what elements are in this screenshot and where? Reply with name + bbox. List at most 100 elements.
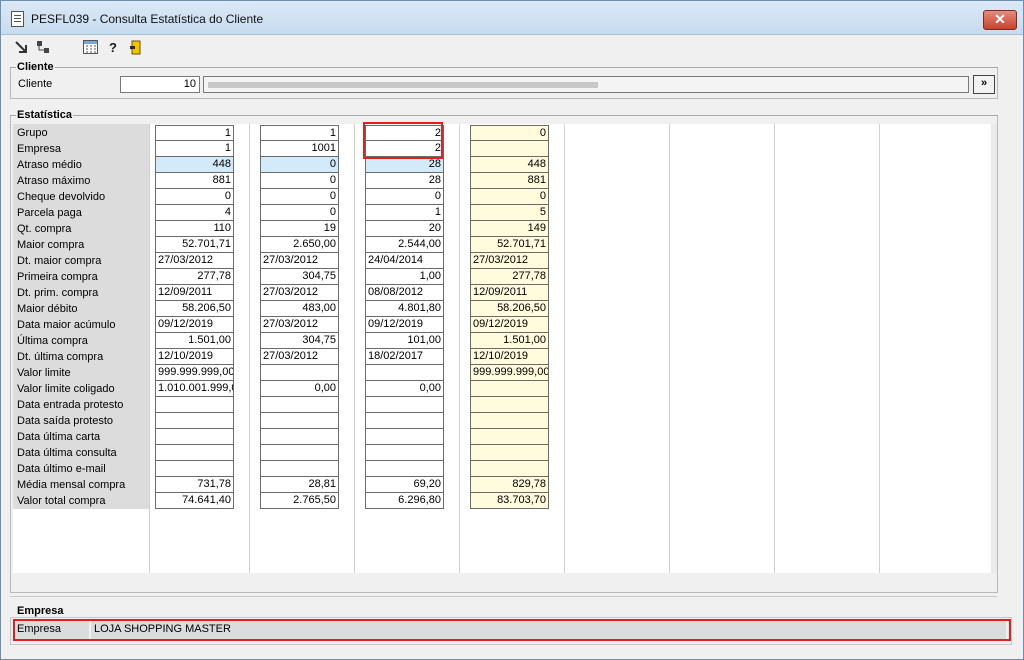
grid-cell[interactable]: 2.650,00 [260,237,339,253]
vertical-scrollbar[interactable] [991,124,997,573]
grid-cell[interactable]: 277,78 [155,269,234,285]
cliente-lookup-button[interactable]: » [973,75,995,94]
grid-cell[interactable]: 28,81 [260,477,339,493]
grid-cell[interactable]: 18/02/2017 [365,349,444,365]
grid-cell[interactable]: 09/12/2019 [365,317,444,333]
grid-cell[interactable]: 4.801,80 [365,301,444,317]
grid-cell[interactable] [470,381,549,397]
grid-cell[interactable] [365,445,444,461]
grid-cell[interactable]: 0 [260,157,339,173]
grid-cell[interactable]: 483,00 [260,301,339,317]
grid-cell[interactable] [365,397,444,413]
grid-cell[interactable]: 448 [155,157,234,173]
arrow-down-right-icon[interactable] [13,40,29,56]
help-icon[interactable]: ? [105,40,121,56]
grid-cell[interactable]: 1 [155,125,234,141]
grid-cell[interactable]: 731,78 [155,477,234,493]
grid-cell[interactable] [365,365,444,381]
grid-cell[interactable]: 27/03/2012 [155,253,234,269]
grid-cell[interactable]: 27/03/2012 [260,349,339,365]
grid-cell[interactable] [365,413,444,429]
grid-cell[interactable]: 448 [470,157,549,173]
grid-cell[interactable]: 09/12/2019 [155,317,234,333]
grid-cell[interactable]: 20 [365,221,444,237]
grid-cell[interactable]: 2.544,00 [365,237,444,253]
grid-cell[interactable] [260,461,339,477]
grid-cell[interactable]: 829,78 [470,477,549,493]
grid-cell[interactable]: 304,75 [260,269,339,285]
grid-cell[interactable]: 12/10/2019 [470,349,549,365]
grid-cell[interactable]: 27/03/2012 [260,317,339,333]
grid-cell[interactable]: 0 [470,125,549,141]
grid-cell[interactable]: 1.501,00 [470,333,549,349]
grid-cell[interactable] [470,413,549,429]
grid-cell[interactable]: 0,00 [260,381,339,397]
grid-cell[interactable]: 999.999.999,00 [155,365,234,381]
grid-cell[interactable]: 1.010.001.999,0 [155,381,234,397]
grid-cell[interactable]: 27/03/2012 [470,253,549,269]
grid-cell[interactable]: 74.641,40 [155,493,234,509]
grid-cell[interactable]: 52.701,71 [155,237,234,253]
grid-cell[interactable]: 881 [470,173,549,189]
grid-cell[interactable]: 1 [260,125,339,141]
grid-cell[interactable] [155,461,234,477]
grid-cell[interactable]: 110 [155,221,234,237]
grid-cell[interactable]: 1.501,00 [155,333,234,349]
grid-cell[interactable]: 101,00 [365,333,444,349]
close-button[interactable]: ✕ [983,10,1017,30]
grid-cell[interactable]: 0,00 [365,381,444,397]
grid-cell[interactable] [155,413,234,429]
grid-cell[interactable] [260,397,339,413]
grid-cell[interactable] [155,429,234,445]
grid-cell[interactable]: 08/08/2012 [365,285,444,301]
grid-cell[interactable]: 28 [365,157,444,173]
grid-cell[interactable] [260,429,339,445]
grid-cell[interactable] [470,397,549,413]
grid-cell[interactable] [470,445,549,461]
tree-icon[interactable] [35,40,51,56]
grid-cell[interactable] [155,445,234,461]
grid-cell[interactable] [155,397,234,413]
grid-cell[interactable]: 881 [155,173,234,189]
grid-cell[interactable]: 52.701,71 [470,237,549,253]
grid-cell[interactable]: 27/03/2012 [260,253,339,269]
grid-cell[interactable]: 0 [155,189,234,205]
grid-cell[interactable]: 5 [470,205,549,221]
grid-cell[interactable] [260,445,339,461]
grid-cell[interactable]: 69,20 [365,477,444,493]
grid-cell[interactable]: 24/04/2014 [365,253,444,269]
grid-cell[interactable]: 1 [365,205,444,221]
grid-cell[interactable]: 999.999.999,00 [470,365,549,381]
grid-cell[interactable]: 4 [155,205,234,221]
grid-cell[interactable] [365,461,444,477]
grid-cell[interactable]: 12/09/2011 [155,285,234,301]
grid-cell[interactable]: 1,00 [365,269,444,285]
grid-cell[interactable]: 12/10/2019 [155,349,234,365]
grid-cell[interactable]: 58.206,50 [470,301,549,317]
grid-cell[interactable] [260,365,339,381]
grid-cell[interactable]: 2.765,50 [260,493,339,509]
grid-cell[interactable]: 12/09/2011 [470,285,549,301]
grid-cell[interactable]: 0 [365,189,444,205]
grid-cell[interactable]: 27/03/2012 [260,285,339,301]
grid-cell[interactable]: 28 [365,173,444,189]
grid-cell[interactable]: 19 [260,221,339,237]
grid-cell[interactable] [470,141,549,157]
grid-cell[interactable]: 0 [260,173,339,189]
grid-cell[interactable]: 277,78 [470,269,549,285]
grid-cell[interactable]: 0 [260,189,339,205]
grid-cell[interactable]: 149 [470,221,549,237]
exit-door-icon[interactable] [128,40,144,56]
cliente-code-input[interactable]: 10 [120,76,200,93]
grid-cell[interactable]: 0 [260,205,339,221]
grid-cell[interactable] [470,429,549,445]
grid-cell[interactable] [365,429,444,445]
grid-cell[interactable] [260,413,339,429]
grid-cell[interactable]: 83.703,70 [470,493,549,509]
grid-cell[interactable] [470,461,549,477]
calculator-icon[interactable] [82,40,98,56]
grid-cell[interactable]: 09/12/2019 [470,317,549,333]
grid-cell[interactable]: 304,75 [260,333,339,349]
grid-cell[interactable]: 1 [155,141,234,157]
grid-cell[interactable]: 0 [470,189,549,205]
